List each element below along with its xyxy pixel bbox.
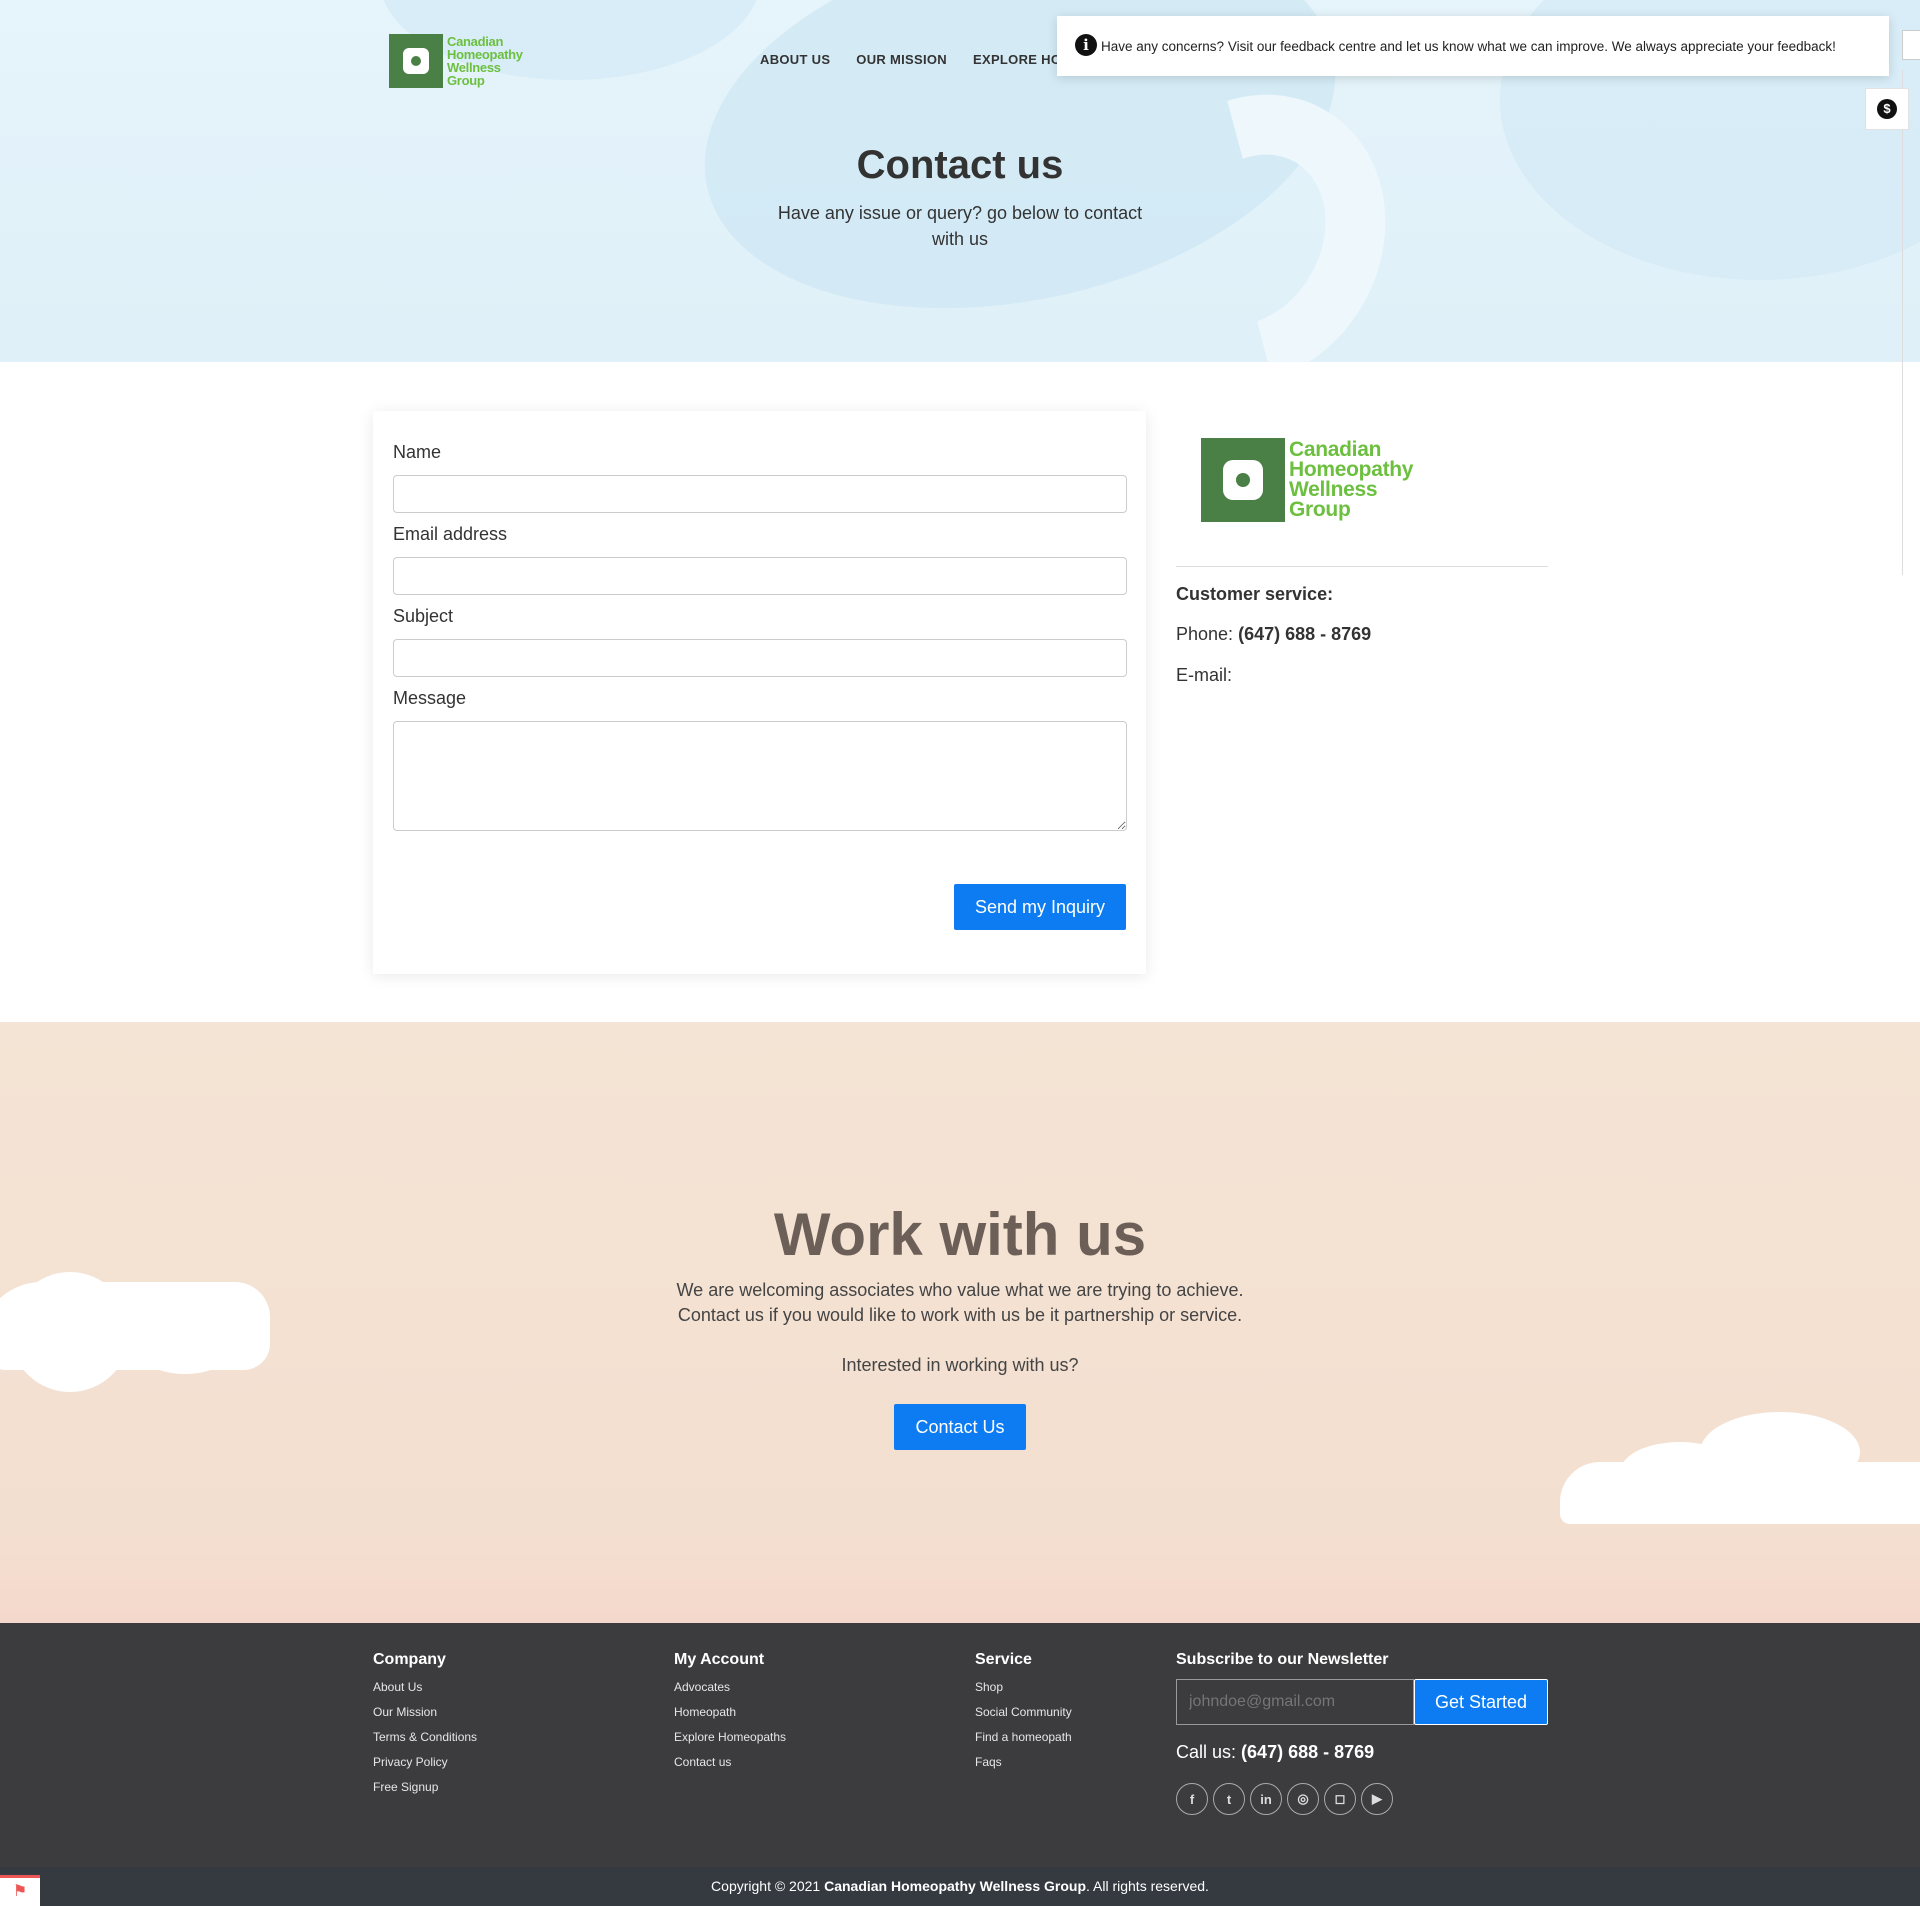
instagram-icon[interactable]: ◻ <box>1324 1783 1356 1815</box>
newsletter-heading: Subscribe to our Newsletter <box>1176 1651 1389 1668</box>
work-description-line: We are welcoming associates who value wh… <box>676 1280 1244 1300</box>
side-panel-edge <box>1902 70 1920 575</box>
footer-link-shop[interactable]: Shop <box>975 1675 1072 1700</box>
footer-heading: My Account <box>674 1651 765 1668</box>
contact-form: Name Email address Subject Message Send … <box>373 411 1146 974</box>
footer-link-our-mission[interactable]: Our Mission <box>373 1700 477 1725</box>
footer-link-contact-us[interactable]: Contact us <box>674 1750 786 1775</box>
logo-line: Group <box>447 73 485 88</box>
get-started-button[interactable]: Get Started <box>1414 1679 1548 1725</box>
subject-input[interactable] <box>393 639 1127 677</box>
customer-service-heading: Customer service: <box>1176 584 1334 604</box>
cloud-decoration <box>1700 1412 1860 1492</box>
youtube-icon[interactable]: ▶ <box>1361 1783 1393 1815</box>
social-links: f t in ◎ ◻ ▶ <box>1176 1783 1548 1815</box>
work-description-line: Contact us if you would like to work wit… <box>677 1305 1243 1325</box>
copyright-company: Canadian Homeopathy Wellness Group <box>824 1878 1086 1894</box>
footer-heading: Company <box>373 1651 446 1668</box>
footer-link-explore-homeopaths[interactable]: Explore Homeopaths <box>674 1725 786 1750</box>
copyright-prefix: Copyright © 2021 <box>711 1878 821 1894</box>
subject-label: Subject <box>393 606 454 626</box>
logo-line: Canadian <box>1289 438 1382 461</box>
name-input[interactable] <box>393 475 1127 513</box>
footer-link-homeopath[interactable]: Homeopath <box>674 1700 786 1725</box>
facebook-icon[interactable]: f <box>1176 1783 1208 1815</box>
sidebar-logo: Canadian Homeopathy Wellness Group <box>1201 438 1413 522</box>
nav-our-mission[interactable]: OUR MISSION <box>856 52 947 67</box>
footer-link-terms[interactable]: Terms & Conditions <box>373 1725 477 1750</box>
footer-link-privacy[interactable]: Privacy Policy <box>373 1750 477 1775</box>
newsletter-email-input[interactable] <box>1176 1679 1414 1725</box>
footer-company-column: Company About Us Our Mission Terms & Con… <box>373 1651 477 1800</box>
email-line: E-mail: <box>1176 665 1232 686</box>
logo-mark-icon <box>389 34 443 88</box>
phone-line: Phone: (647) 688 - 8769 <box>1176 624 1371 645</box>
footer-link-faqs[interactable]: Faqs <box>975 1750 1072 1775</box>
info-icon: i <box>1075 34 1097 56</box>
logo-mark-icon <box>1201 438 1285 522</box>
logo-text: Canadian Homeopathy Wellness Group <box>1289 438 1414 521</box>
linkedin-icon[interactable]: in <box>1250 1783 1282 1815</box>
work-title: Work with us <box>773 1201 1147 1268</box>
email-label: Email address <box>393 524 508 544</box>
contact-us-button[interactable]: Contact Us <box>894 1404 1026 1450</box>
twitter-icon[interactable]: t <box>1213 1783 1245 1815</box>
dribbble-icon[interactable]: ◎ <box>1287 1783 1319 1815</box>
logo-text: Canadian Homeopathy Wellness Group <box>447 35 523 87</box>
footer-link-free-signup[interactable]: Free Signup <box>373 1775 477 1800</box>
email-input[interactable] <box>393 557 1127 595</box>
footer-account-column: My Account Advocates Homeopath Explore H… <box>674 1651 786 1775</box>
footer-service-column: Service Shop Social Community Find a hom… <box>975 1651 1072 1775</box>
page-subtitle: Have any issue or query? go below to con… <box>777 203 1143 249</box>
name-label: Name <box>393 442 442 462</box>
email-info-label: E-mail: <box>1176 665 1233 685</box>
footer-heading: Service <box>975 1651 1032 1668</box>
phone-label: Phone: <box>1176 624 1234 644</box>
newsletter-form: Get Started <box>1176 1679 1548 1725</box>
site-footer: Company About Us Our Mission Terms & Con… <box>0 1623 1920 1867</box>
footer-call-us: Call us: (647) 688 - 8769 <box>1176 1742 1548 1763</box>
logo-line: Homeopathy <box>1289 458 1414 481</box>
page-title: Contact us <box>856 143 1064 187</box>
dollar-icon: $ <box>1877 99 1897 119</box>
footer-link-advocates[interactable]: Advocates <box>674 1675 786 1700</box>
call-us-label: Call us: <box>1176 1742 1237 1762</box>
message-textarea[interactable] <box>393 721 1127 831</box>
message-label: Message <box>393 688 467 708</box>
currency-button[interactable]: $ <box>1865 88 1909 130</box>
copyright-bar: Copyright © 2021 Canadian Homeopathy Wel… <box>0 1867 1920 1906</box>
copyright-suffix: . All rights reserved. <box>1086 1878 1209 1894</box>
logo-line: Group <box>1289 498 1351 521</box>
newsletter-block: Subscribe to our Newsletter Get Started … <box>1176 1651 1548 1815</box>
footer-link-about-us[interactable]: About Us <box>373 1675 477 1700</box>
contact-divider <box>1176 566 1548 567</box>
framework-badge-icon[interactable]: ⚑ <box>0 1875 40 1906</box>
send-inquiry-button[interactable]: Send my Inquiry <box>954 884 1126 930</box>
feedback-notification[interactable]: i Have any concerns? Visit our feedback … <box>1057 16 1889 76</box>
logo-line: Wellness <box>1289 478 1378 501</box>
work-question: Interested in working with us? <box>841 1355 1079 1375</box>
phone-value[interactable]: (647) 688 - 8769 <box>1238 624 1371 644</box>
call-us-number[interactable]: (647) 688 - 8769 <box>1241 1742 1374 1762</box>
side-panel-tab[interactable] <box>1902 30 1920 60</box>
site-logo[interactable]: Canadian Homeopathy Wellness Group <box>389 34 523 88</box>
feedback-notification-text: Have any concerns? Visit our feedback ce… <box>1101 38 1836 54</box>
work-with-us-section: Work with us We are welcoming associates… <box>0 1022 1920 1623</box>
nav-about-us[interactable]: ABOUT US <box>760 52 830 67</box>
footer-link-find-homeopath[interactable]: Find a homeopath <box>975 1725 1072 1750</box>
footer-link-social-community[interactable]: Social Community <box>975 1700 1072 1725</box>
work-description: We are welcoming associates who value wh… <box>0 1278 1920 1328</box>
